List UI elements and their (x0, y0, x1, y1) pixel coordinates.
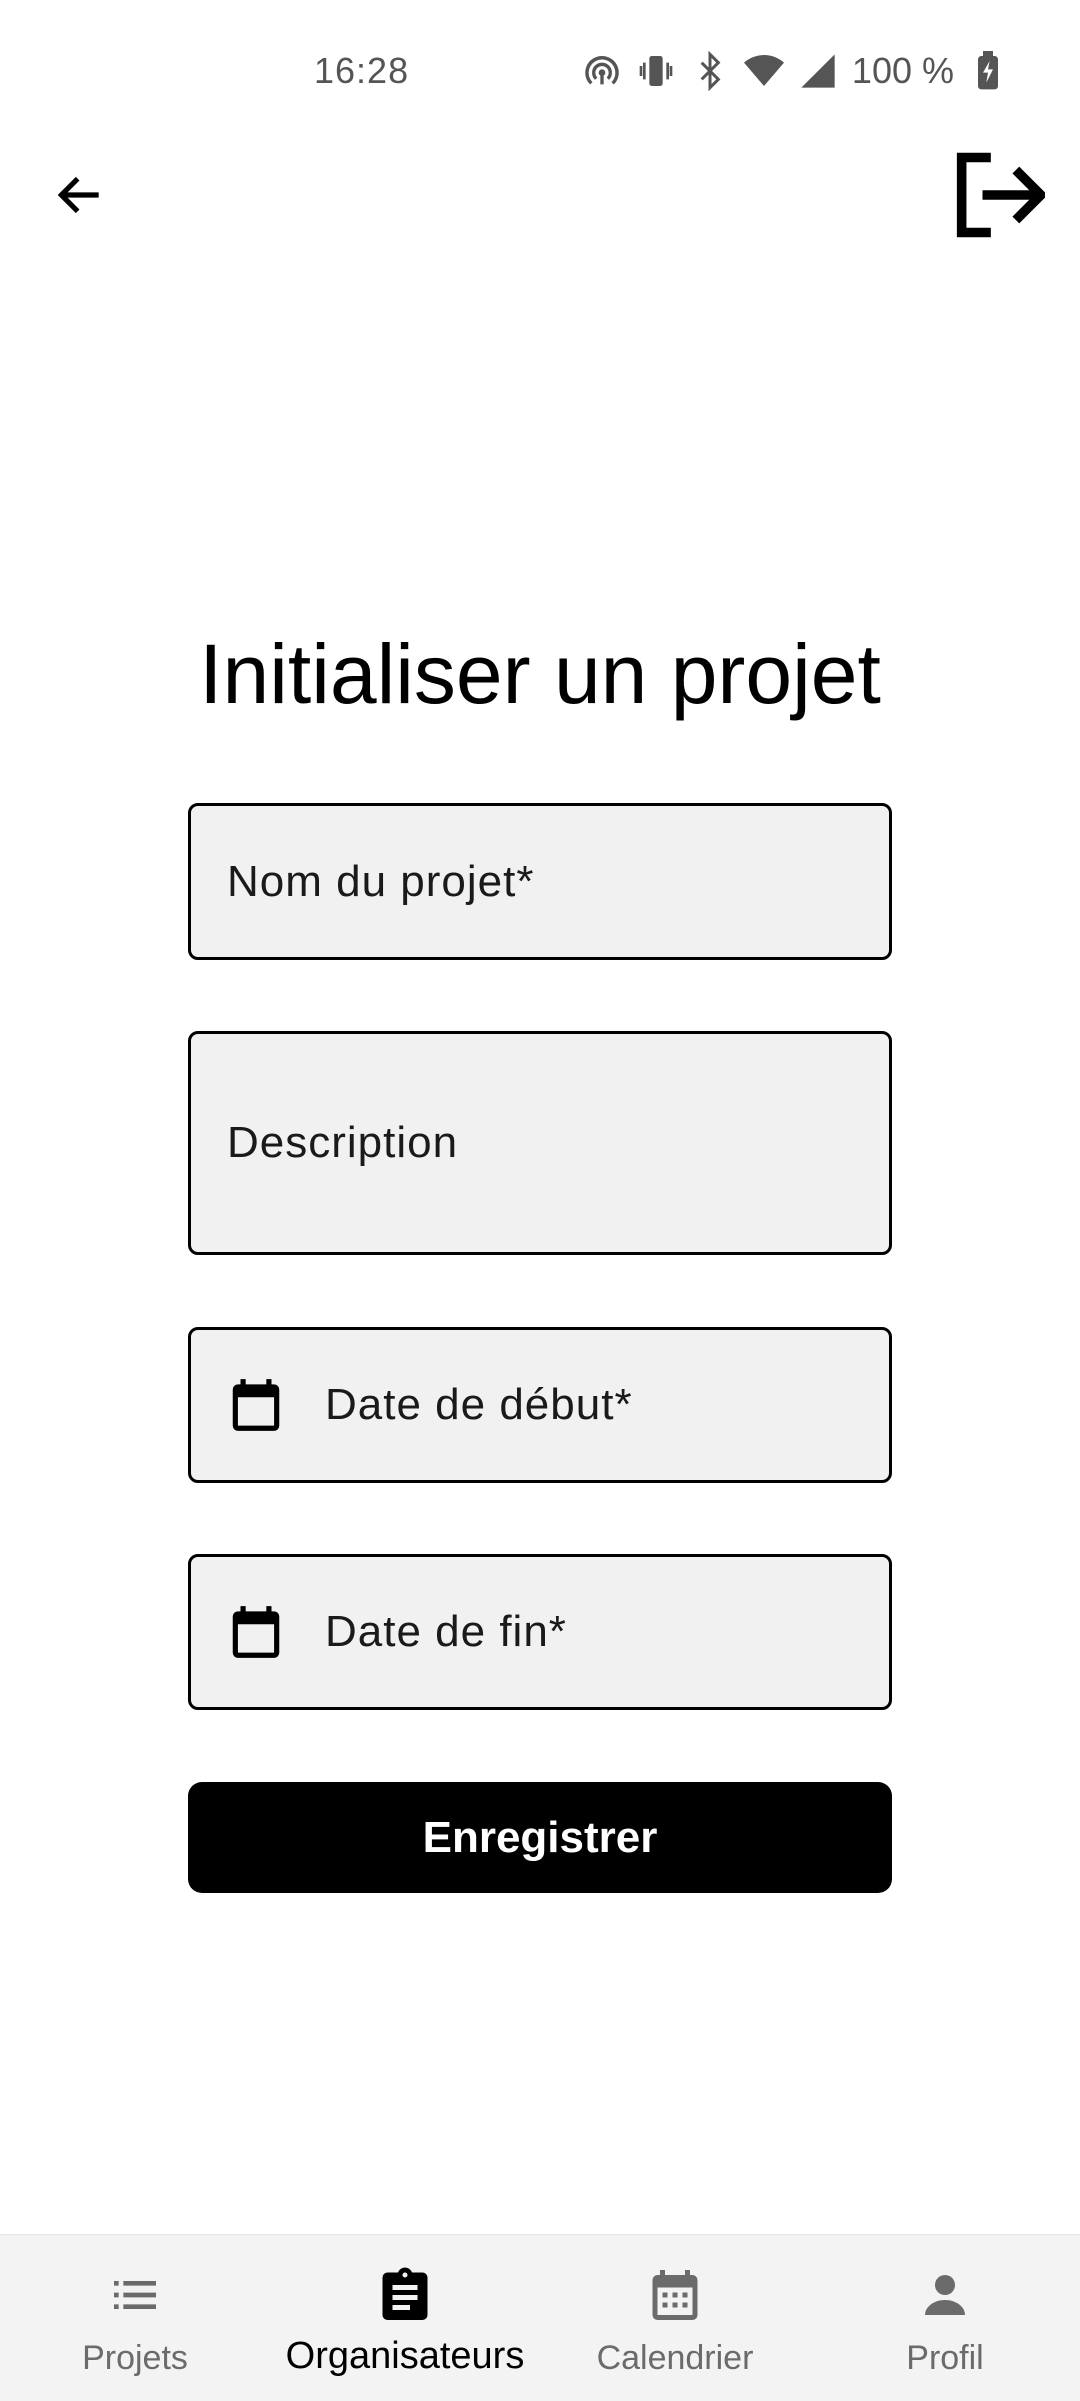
nav-label: Profil (906, 2339, 984, 2377)
nav-item-calendrier[interactable]: Calendrier (540, 2235, 810, 2401)
status-icons: 100 % (582, 48, 1008, 94)
calendar-icon[interactable] (225, 1599, 287, 1665)
page-title: Initialiser un projet (199, 627, 881, 721)
hotspot-icon (582, 51, 622, 91)
start-date-field[interactable] (188, 1327, 892, 1483)
calendar-icon (645, 2265, 705, 2325)
nav-label: Organisateurs (285, 2335, 525, 2377)
start-date-input[interactable] (323, 1379, 889, 1431)
arrow-left-icon (57, 176, 99, 214)
end-date-field[interactable] (188, 1554, 892, 1710)
logout-button[interactable] (940, 140, 1050, 250)
description-input[interactable] (225, 1117, 889, 1169)
back-button[interactable] (40, 155, 120, 235)
clipboard-icon (375, 2265, 435, 2325)
logout-icon (956, 152, 1045, 238)
vibrate-icon (636, 51, 676, 91)
calendar-icon[interactable] (225, 1372, 287, 1438)
battery-charging-icon (968, 51, 1008, 91)
description-field[interactable] (188, 1031, 892, 1255)
status-time: 16:28 (314, 50, 410, 91)
battery-percentage: 100 % (851, 50, 954, 91)
nav-label: Projets (82, 2339, 188, 2377)
nav-label: Calendrier (596, 2339, 754, 2377)
nav-item-profil[interactable]: Profil (810, 2235, 1080, 2401)
nav-item-organisateurs[interactable]: Organisateurs (270, 2235, 540, 2401)
status-bar: 16:28 100 % (0, 0, 1080, 140)
project-name-input[interactable] (225, 855, 889, 908)
top-bar (0, 140, 1080, 250)
end-date-input[interactable] (323, 1606, 889, 1658)
list-icon (105, 2265, 165, 2325)
signal-icon (798, 51, 838, 91)
wifi-icon (743, 51, 784, 91)
project-name-field[interactable] (188, 803, 892, 960)
person-icon (915, 2265, 975, 2325)
save-button[interactable]: Enregistrer (188, 1782, 892, 1893)
bluetooth-icon (690, 51, 730, 91)
bottom-navigation: Projets Organisateurs Calendrier Profil (0, 2234, 1080, 2401)
nav-item-projets[interactable]: Projets (0, 2235, 270, 2401)
